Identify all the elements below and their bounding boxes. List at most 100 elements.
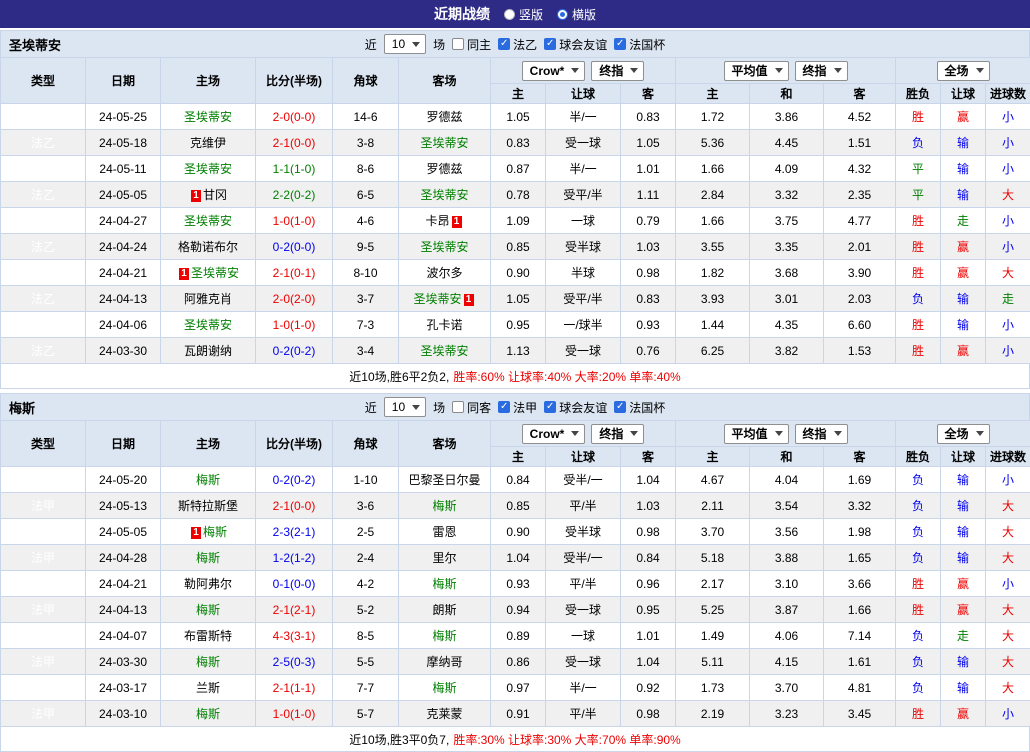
league-filter-label: 法乙 [513,36,537,53]
col-header-away: 客场 [399,421,491,467]
match-row: 法甲 24-03-10 梅斯 1-0(1-0) 5-7 克莱蒙 0.91 平/半… [1,701,1030,727]
home-team-name: 梅斯 [196,655,220,669]
away-team-name: 罗德兹 [426,110,462,124]
away-team-name: 圣埃蒂安 [420,240,468,254]
corner-cell: 4-6 [333,208,399,234]
same-home-checkbox[interactable]: 同主 [452,36,491,53]
col-header-score: 比分(半场) [256,421,333,467]
euro-source-select[interactable]: 平均值 [724,61,789,81]
score-cell: 2-1(1-1) [256,675,333,701]
goals-result-value: 大 [1002,551,1014,565]
scope-select[interactable]: 全场 [937,61,990,81]
match-row: 法甲 24-03-30 梅斯 2-5(0-3) 5-5 摩纳哥 0.86 受一球… [1,649,1030,675]
result-cell: 胜 [896,234,941,260]
goals-result-cell: 大 [986,649,1030,675]
col-header-eu-away: 客 [824,84,896,104]
euro-stage-select[interactable]: 终指 [795,424,848,444]
radio-horizontal-layout[interactable]: 横版 [557,6,596,23]
asia-stage-select[interactable]: 终指 [591,61,644,81]
home-team-name: 梅斯 [196,603,220,617]
league-cell: 法乙 [1,130,86,156]
summary-prefix: 近10场,胜6平2负2, [349,368,449,385]
league-filter-checkbox[interactable]: 法乙 [498,36,537,53]
goals-result-cell: 大 [986,545,1030,571]
col-header-score: 比分(半场) [256,58,333,104]
eu-away-odds-cell: 4.32 [824,156,896,182]
result-value: 胜 [912,577,924,591]
checkbox-unchecked-icon [452,401,464,413]
goals-result-cell: 小 [986,234,1030,260]
asia-away-odds-cell: 0.93 [621,312,676,338]
col-header-goals: 进球数 [986,447,1030,467]
euro-source-select[interactable]: 平均值 [724,424,789,444]
match-row: 法甲 24-03-17 兰斯 2-1(1-1) 7-7 梅斯 0.97 半/一 … [1,675,1030,701]
eu-away-odds-cell: 6.60 [824,312,896,338]
corner-cell: 2-4 [333,545,399,571]
score-value: 2-1(2-1) [273,603,316,617]
handicap-result-value: 输 [957,292,969,306]
goals-result-value: 大 [1002,655,1014,669]
goals-result-value: 小 [1002,707,1014,721]
result-value: 胜 [912,603,924,617]
result-cell: 负 [896,675,941,701]
goals-result-value: 小 [1002,136,1014,150]
asia-away-odds-cell: 1.03 [621,234,676,260]
league-cell: 法乙 [1,338,86,364]
radio-vertical-layout[interactable]: 竖版 [504,6,543,23]
cup-filter-checkbox[interactable]: 法国杯 [614,399,665,416]
corner-cell: 1-10 [333,467,399,493]
same-away-checkbox[interactable]: 同客 [452,399,491,416]
score-value: 2-1(1-1) [273,681,316,695]
home-team-cell: 格勒诺布尔 [161,234,256,260]
goals-result-value: 大 [1002,629,1014,643]
league-cell: 法乙 [1,182,86,208]
asia-home-odds-cell: 0.90 [491,519,546,545]
match-row: 法乙 24-05-18 克维伊 2-1(0-0) 3-8 圣埃蒂安 0.83 受… [1,130,1030,156]
handicap-result-cell: 输 [941,649,986,675]
asia-stage-select[interactable]: 终指 [591,424,644,444]
home-team-cell: 梅斯 [161,467,256,493]
friendly-filter-checkbox[interactable]: 球会友谊 [544,399,607,416]
eu-draw-odds-cell: 3.86 [750,104,824,130]
eu-draw-odds-cell: 4.04 [750,467,824,493]
col-header-eu-home: 主 [676,447,750,467]
corner-cell: 8-6 [333,156,399,182]
home-team-name: 圣埃蒂安 [184,214,232,228]
eu-away-odds-cell: 4.81 [824,675,896,701]
bookmaker-select[interactable]: Crow* [522,424,586,444]
goals-result-cell: 小 [986,467,1030,493]
dropdown-arrow-icon [630,68,638,73]
friendly-filter-checkbox[interactable]: 球会友谊 [544,36,607,53]
dropdown-arrow-icon [834,68,842,73]
asia-away-odds-cell: 0.79 [621,208,676,234]
eu-home-odds-cell: 2.11 [676,493,750,519]
bookmaker-select[interactable]: Crow* [522,61,586,81]
away-team-cell: 梅斯 [399,675,491,701]
col-header-league: 类型 [1,421,86,467]
euro-source-value: 平均值 [732,425,768,442]
scope-value: 全场 [945,425,969,442]
match-count-select[interactable]: 10 [384,397,426,417]
asia-line-cell: 平/半 [546,571,621,597]
cup-filter-checkbox[interactable]: 法国杯 [614,36,665,53]
match-row: 法甲 24-05-20 梅斯 0-2(0-2) 1-10 巴黎圣日尔曼 0.84… [1,467,1030,493]
handicap-result-cell: 走 [941,208,986,234]
dropdown-arrow-icon [775,68,783,73]
asia-home-odds-cell: 0.85 [491,493,546,519]
handicap-result-value: 赢 [957,344,969,358]
filter-controls: 近 10 场 同主 法乙 球会友谊 [1,31,1029,57]
match-count-select[interactable]: 10 [384,34,426,54]
eu-draw-odds-cell: 3.75 [750,208,824,234]
eu-draw-odds-cell: 3.54 [750,493,824,519]
league-filter-checkbox[interactable]: 法甲 [498,399,537,416]
scope-select[interactable]: 全场 [937,424,990,444]
match-row: 法乙 24-04-24 格勒诺布尔 0-2(0-0) 9-5 圣埃蒂安 0.85… [1,234,1030,260]
corner-cell: 5-7 [333,701,399,727]
euro-stage-select[interactable]: 终指 [795,61,848,81]
score-cell: 2-3(2-1) [256,519,333,545]
handicap-result-value: 走 [957,629,969,643]
league-cell: 法乙 [1,286,86,312]
home-team-name: 圣埃蒂安 [184,110,232,124]
handicap-result-cell: 赢 [941,234,986,260]
handicap-result-value: 赢 [957,240,969,254]
